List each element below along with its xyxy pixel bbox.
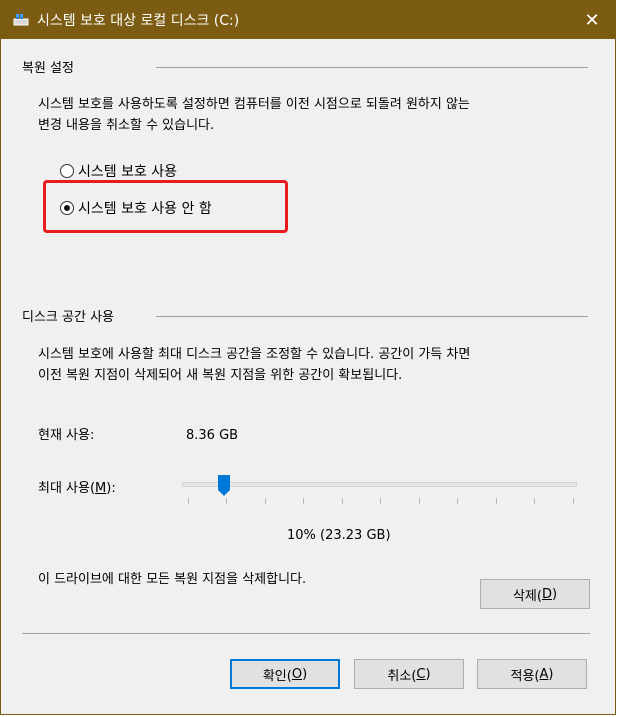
slider-tick — [496, 498, 497, 504]
cancel-button-label: 취소( — [387, 668, 417, 684]
delete-button-label: 삭제( — [512, 588, 542, 604]
close-icon: ✕ — [584, 9, 600, 31]
slider-tick — [303, 498, 304, 504]
slider-tick — [226, 498, 227, 504]
delete-button-mnemonic: D — [541, 586, 552, 602]
close-button[interactable]: ✕ — [569, 1, 615, 39]
slider-tick — [380, 498, 381, 504]
disk-space-group-label: 디스크 공간 사용 — [22, 310, 114, 325]
ok-button-label: 확인( — [262, 668, 292, 684]
ok-button-mnemonic: O — [291, 666, 303, 682]
cancel-button-label-end: ) — [425, 666, 431, 682]
system-protection-dialog: 시스템 보호 대상 로컬 디스크 (C:) ✕ 복원 설정 시스템 보호를 사용… — [0, 0, 616, 715]
slider-tick — [342, 498, 343, 504]
cancel-button-mnemonic: C — [416, 666, 426, 682]
disk-space-divider — [156, 316, 588, 317]
radio-enable-label: 시스템 보호 사용 — [78, 164, 178, 180]
slider-tick — [457, 498, 458, 504]
ok-button[interactable]: 확인(O) — [230, 659, 340, 689]
max-usage-label-end: ): — [106, 481, 116, 496]
apply-button-label-end: ) — [548, 666, 554, 682]
max-usage-mnemonic: M — [95, 481, 107, 496]
restore-description-line2: 변경 내용을 취소할 수 있습니다. — [38, 118, 215, 133]
bottom-separator — [22, 633, 590, 634]
apply-button-mnemonic: A — [539, 666, 549, 682]
max-usage-slider-track[interactable] — [182, 482, 577, 487]
radio-button[interactable] — [60, 164, 74, 178]
slider-tick — [188, 498, 189, 504]
max-usage-label-text: 최대 사용( — [38, 481, 96, 496]
restore-settings-divider — [156, 67, 588, 68]
annotation-highlight-box — [43, 180, 288, 233]
slider-tick — [419, 498, 420, 504]
max-usage-label: 최대 사용(M): — [38, 478, 116, 499]
apply-button-label: 적용( — [510, 668, 540, 684]
max-usage-slider-thumb[interactable] — [218, 475, 230, 497]
current-usage-value: 8.36 GB — [186, 428, 239, 443]
apply-button[interactable]: 적용(A) — [477, 659, 587, 689]
radio-enable-protection[interactable]: 시스템 보호 사용 — [60, 161, 177, 181]
slider-value-text: 10% (23.23 GB) — [287, 528, 391, 543]
delete-button-label-end: ) — [551, 586, 558, 602]
restore-settings-group-label: 복원 설정 — [22, 61, 74, 76]
title-bar: 시스템 보호 대상 로컬 디스크 (C:) ✕ — [1, 1, 615, 39]
slider-tick — [573, 498, 574, 504]
delete-button[interactable]: 삭제(D) — [480, 579, 590, 609]
restore-description-line1: 시스템 보호를 사용하도록 설정하면 컴퓨터를 이전 시점으로 되돌려 원하지 … — [38, 97, 470, 112]
cancel-button[interactable]: 취소(C) — [354, 659, 464, 689]
ok-button-label-end: ) — [302, 666, 308, 682]
window-title: 시스템 보호 대상 로컬 디스크 (C:) — [37, 13, 240, 29]
drive-icon — [13, 12, 29, 28]
disk-description-line1: 시스템 보호에 사용할 최대 디스크 공간을 조정할 수 있습니다. 공간이 가… — [38, 347, 471, 362]
slider-tick — [265, 498, 266, 504]
disk-description-line2: 이전 복원 지점이 삭제되어 새 복원 지점을 위한 공간이 확보됩니다. — [38, 368, 403, 383]
delete-description: 이 드라이브에 대한 모든 복원 지점을 삭제합니다. — [38, 572, 307, 587]
current-usage-label: 현재 사용: — [38, 428, 95, 443]
slider-tick — [534, 498, 535, 504]
